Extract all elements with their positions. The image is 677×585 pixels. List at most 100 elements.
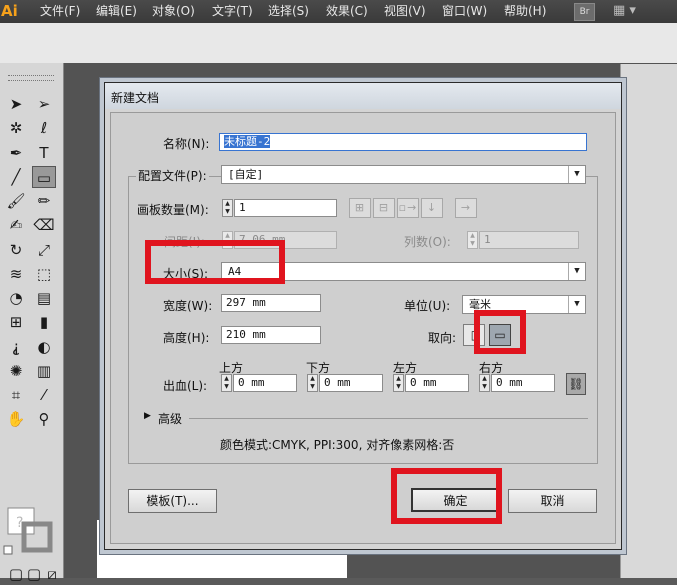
- symbol-sprayer-tool-icon[interactable]: ✺: [4, 360, 28, 382]
- rectangle-tool-icon[interactable]: ▭: [32, 166, 56, 188]
- name-label: 名称(N):: [163, 137, 210, 151]
- bleed-right-stepper[interactable]: ▲ ▼: [479, 374, 490, 392]
- columns-label: 列数(O):: [404, 235, 451, 249]
- hand-tool-icon[interactable]: ✋: [4, 408, 28, 430]
- spacing-input: 7.06 mm: [234, 231, 337, 249]
- pen-tool-icon[interactable]: ✒: [4, 142, 28, 164]
- link-bleed-chain-icon[interactable]: ⛓: [566, 373, 586, 395]
- units-label: 单位(U):: [404, 299, 451, 313]
- line-tool-icon[interactable]: ╱: [4, 166, 28, 188]
- bleed-left-input[interactable]: 0 mm: [405, 374, 469, 392]
- chevron-down-icon: ▼: [568, 166, 585, 183]
- scale-tool-icon[interactable]: ⤢: [32, 239, 56, 261]
- layout-direction-icon: →: [455, 198, 477, 218]
- eyedropper-tool-icon[interactable]: ⸘: [4, 336, 28, 358]
- dialog-titlebar[interactable]: 新建文档: [105, 83, 621, 109]
- bleed-bottom-stepper[interactable]: ▲ ▼: [307, 374, 318, 392]
- cancel-button[interactable]: 取消: [508, 489, 597, 513]
- ok-button[interactable]: 确定: [411, 488, 500, 512]
- rotate-tool-icon[interactable]: ↻: [4, 239, 28, 261]
- direct-selection-tool-icon[interactable]: ➢: [32, 93, 56, 115]
- name-input[interactable]: 未标题-2: [219, 133, 587, 151]
- artboards-label: 画板数量(M):: [137, 203, 209, 217]
- fill-stroke-icon: ?: [3, 507, 53, 555]
- bridge-button[interactable]: Br: [574, 3, 595, 21]
- workspace-layout-icon[interactable]: ▦ ▾: [613, 3, 639, 19]
- menu-window[interactable]: 窗口(W): [442, 0, 487, 22]
- paintbrush-tool-icon[interactable]: 🖌: [4, 190, 28, 212]
- bleed-top-input[interactable]: 0 mm: [233, 374, 297, 392]
- menu-type[interactable]: 文字(T): [212, 0, 253, 22]
- tools-panel: ➤ ➢ ✲ ℓ ✒ T ╱ ▭ 🖌 ✏ ✍ ⌫ ↻ ⤢ ≋ ⬚ ◔ ▤ ⊞ ▮ …: [0, 63, 64, 583]
- height-input[interactable]: 210 mm: [221, 326, 321, 344]
- bleed-left-stepper[interactable]: ▲ ▼: [393, 374, 404, 392]
- zoom-tool-icon[interactable]: ⚲: [32, 408, 56, 430]
- menu-help[interactable]: 帮助(H): [504, 0, 546, 22]
- artboards-stepper[interactable]: ▲ ▼: [222, 199, 233, 217]
- blend-tool-icon[interactable]: ◐: [32, 336, 56, 358]
- advanced-toggle-icon[interactable]: ▶: [144, 411, 151, 421]
- menu-effect[interactable]: 效果(C): [326, 0, 368, 22]
- artboard-tool-icon[interactable]: ⌗: [4, 384, 28, 406]
- eraser-tool-icon[interactable]: ⌫: [32, 214, 56, 236]
- landscape-orientation-icon[interactable]: ▭: [489, 324, 511, 346]
- warp-tool-icon[interactable]: ≋: [4, 263, 28, 285]
- bleed-right-input[interactable]: 0 mm: [491, 374, 555, 392]
- free-transform-tool-icon[interactable]: ⬚: [32, 263, 56, 285]
- menu-file[interactable]: 文件(F): [40, 0, 80, 22]
- gradient-tool-icon[interactable]: ▮: [32, 311, 56, 333]
- columns-stepper: ▲ ▼: [467, 231, 478, 249]
- profile-select-value: [自定]: [228, 168, 264, 181]
- width-label: 宽度(W):: [163, 299, 213, 313]
- size-label: 大小(S):: [163, 267, 209, 281]
- templates-button[interactable]: 模板(T)...: [128, 489, 217, 513]
- lasso-tool-icon[interactable]: ℓ: [32, 117, 56, 139]
- shape-builder-tool-icon[interactable]: ◔: [4, 287, 28, 309]
- fill-stroke-swatches[interactable]: ?: [2, 506, 60, 556]
- panel-grip[interactable]: [8, 75, 54, 81]
- magic-wand-tool-icon[interactable]: ✲: [4, 117, 28, 139]
- none-mode-icon[interactable]: ⧄: [40, 563, 64, 585]
- spacing-label: 间距(I):: [164, 235, 205, 249]
- selection-tool-icon[interactable]: ➤: [4, 93, 28, 115]
- illustrator-logo: Ai: [1, 2, 18, 20]
- column-graph-tool-icon[interactable]: ▥: [32, 360, 56, 382]
- artboards-input[interactable]: 1: [234, 199, 337, 217]
- mesh-tool-icon[interactable]: ⊞: [4, 311, 28, 333]
- size-select[interactable]: A4 ▼: [221, 262, 586, 281]
- grid-by-row-icon: ⊞: [349, 198, 371, 218]
- menu-bar: Ai 文件(F) 编辑(E) 对象(O) 文字(T) 选择(S) 效果(C) 视…: [0, 0, 677, 24]
- type-tool-icon[interactable]: T: [32, 142, 56, 164]
- arrange-by-column-icon: ↓: [421, 198, 443, 218]
- portrait-orientation-icon[interactable]: ▯: [463, 324, 485, 346]
- bleed-label: 出血(L):: [163, 379, 208, 393]
- panel-dock: [620, 64, 677, 578]
- advanced-divider: [189, 418, 588, 419]
- chevron-down-icon: ▼: [568, 296, 585, 313]
- height-label: 高度(H):: [163, 331, 210, 345]
- units-select[interactable]: 毫米 ▼: [462, 295, 586, 314]
- size-select-value: A4: [228, 265, 242, 278]
- advanced-label[interactable]: 高级: [158, 410, 182, 427]
- menu-view[interactable]: 视图(V): [384, 0, 426, 22]
- control-bar: [0, 23, 677, 64]
- menu-edit[interactable]: 编辑(E): [96, 0, 137, 22]
- spacing-stepper: ▲ ▼: [222, 231, 233, 249]
- profile-select[interactable]: [自定] ▼: [221, 165, 586, 184]
- width-input[interactable]: 297 mm: [221, 294, 321, 312]
- profile-label: 配置文件(P):: [136, 167, 209, 184]
- bleed-bottom-input[interactable]: 0 mm: [319, 374, 383, 392]
- bleed-top-stepper[interactable]: ▲ ▼: [221, 374, 232, 392]
- chevron-down-icon: ▼: [568, 263, 585, 280]
- grid-by-column-icon: ⊟: [373, 198, 395, 218]
- perspective-grid-tool-icon[interactable]: ▤: [32, 287, 56, 309]
- menu-select[interactable]: 选择(S): [268, 0, 309, 22]
- pencil-tool-icon[interactable]: ✏: [32, 190, 56, 212]
- columns-input: 1: [479, 231, 579, 249]
- profile-group-box: [128, 176, 598, 464]
- dialog-title: 新建文档: [111, 91, 160, 105]
- blob-brush-tool-icon[interactable]: ✍: [4, 214, 28, 236]
- orientation-label: 取向:: [428, 331, 457, 345]
- slice-tool-icon[interactable]: ⁄: [32, 384, 56, 406]
- menu-object[interactable]: 对象(O): [152, 0, 195, 22]
